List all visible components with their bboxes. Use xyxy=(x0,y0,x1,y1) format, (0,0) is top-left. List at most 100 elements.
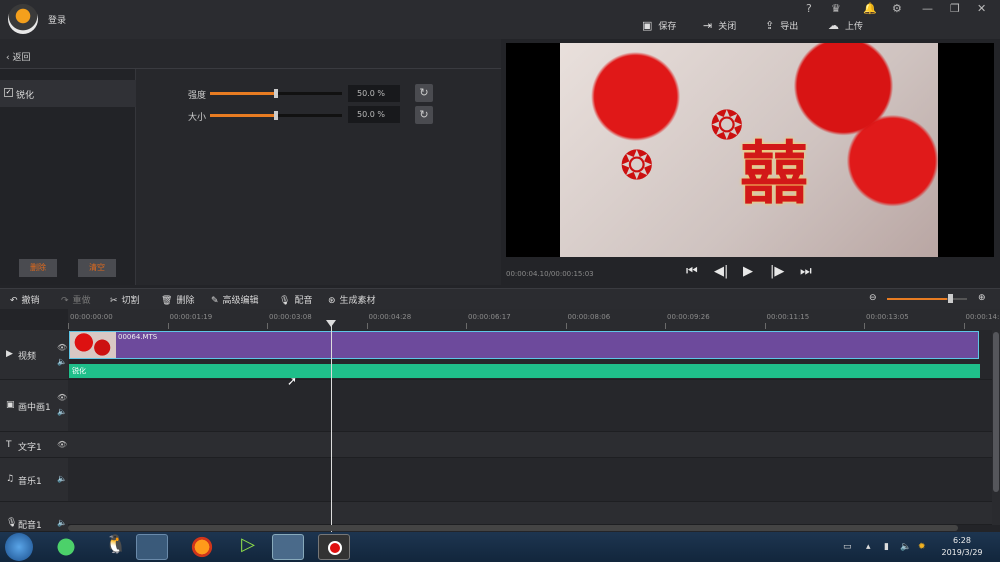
microphone-icon: 🎙 xyxy=(6,518,18,528)
ruler-tick xyxy=(167,323,169,329)
trash-icon: 🗑 xyxy=(161,296,173,306)
firefox-icon[interactable] xyxy=(186,534,218,560)
video-clip[interactable] xyxy=(69,331,979,359)
undo-button[interactable]: ↶ 撤销 xyxy=(10,293,40,306)
effect-item-sharpen[interactable]: ✓ 锐化 xyxy=(0,80,136,107)
start-button[interactable] xyxy=(5,533,33,561)
lane-music[interactable] xyxy=(68,458,992,502)
skip-start-icon[interactable]: ⏮ xyxy=(686,264,698,279)
play-icon[interactable]: ▶ xyxy=(743,264,753,279)
eye-icon[interactable]: 👁 xyxy=(57,343,67,352)
volume-icon[interactable]: 🔈 xyxy=(57,474,67,483)
eye-icon[interactable]: 👁 xyxy=(57,393,67,402)
zoom-fill xyxy=(887,298,947,300)
qq-icon[interactable]: 🐧 xyxy=(100,534,132,560)
volume-icon[interactable]: 🔈 xyxy=(57,518,67,527)
close-project-button[interactable]: ⇥ 关闭 xyxy=(703,19,736,32)
shop-icon[interactable]: ♛ xyxy=(831,2,841,15)
generate-button[interactable]: ⊛ 生成素材 xyxy=(328,293,376,306)
bell-icon[interactable]: 🔔 xyxy=(863,2,877,15)
size-label: 大小 xyxy=(188,113,207,123)
tray-expand-icon[interactable]: ▴ xyxy=(866,542,871,552)
playhead-handle[interactable] xyxy=(326,320,336,327)
close-icon[interactable]: ✕ xyxy=(977,2,986,15)
mouse-cursor: ➚ xyxy=(287,374,298,388)
ruler-tick xyxy=(366,323,368,329)
scrollbar-thumb[interactable] xyxy=(993,332,999,492)
ruler-tick xyxy=(665,323,666,329)
reset-icon[interactable]: ↻ xyxy=(415,84,433,102)
music-icon: ♫ xyxy=(6,474,15,484)
strength-value[interactable]: 50.0 % xyxy=(348,85,400,102)
skip-end-icon[interactable]: ⏭ xyxy=(800,264,812,279)
video-editor-taskbar-icon[interactable] xyxy=(272,534,304,560)
track-header-music: ♫ 音乐1 🔈 xyxy=(0,458,68,502)
battery-icon[interactable]: ▮ xyxy=(884,542,889,552)
double-happiness-decoration: 囍 xyxy=(740,134,809,214)
scissors-icon: ✂ xyxy=(110,296,118,306)
ruler-tick-label: 00:00:09:26 xyxy=(667,313,710,321)
system-clock[interactable]: 6:28 2019/3/29 xyxy=(940,535,984,559)
app-360-icon[interactable] xyxy=(50,534,82,560)
ruler-tick-label: 00:00:14: xyxy=(965,313,1000,321)
file-explorer-icon[interactable] xyxy=(136,534,168,560)
advanced-edit-button[interactable]: ✎ 高级编辑 xyxy=(211,293,259,306)
app-logo xyxy=(8,4,38,34)
recorder-icon[interactable] xyxy=(318,534,350,560)
zoom-handle[interactable] xyxy=(948,294,953,303)
export-icon: ⇪ xyxy=(765,19,775,32)
media-player-icon[interactable]: ▷ xyxy=(232,534,264,560)
undo-icon: ↶ xyxy=(10,296,18,306)
slider-fill xyxy=(210,92,276,95)
decoration: ❂ xyxy=(620,143,654,189)
lane-text[interactable] xyxy=(68,432,992,458)
slider-handle[interactable] xyxy=(274,111,278,120)
size-value[interactable]: 50.0 % xyxy=(348,106,400,123)
delete-button[interactable]: 🗑 删除 xyxy=(161,293,194,306)
timeline-toolbar xyxy=(0,288,1000,309)
lane-voice[interactable] xyxy=(68,502,992,525)
minimize-icon[interactable]: — xyxy=(922,2,933,15)
upload-button[interactable]: ☁ 上传 xyxy=(828,19,863,32)
volume-icon[interactable]: 🔈 xyxy=(57,407,67,416)
lane-pip[interactable] xyxy=(68,380,992,432)
keyboard-icon[interactable]: ▭ xyxy=(843,542,852,552)
login-link[interactable]: 登录 xyxy=(48,13,66,26)
prev-frame-icon[interactable]: ◀| xyxy=(714,264,728,279)
gear-icon[interactable]: ⚙ xyxy=(892,2,902,15)
slider-handle[interactable] xyxy=(274,89,278,98)
ruler-tick xyxy=(764,323,766,329)
eye-icon[interactable]: 👁 xyxy=(57,440,67,449)
film-reel-icon: ⊛ xyxy=(328,296,336,306)
cut-button[interactable]: ✂ 切割 xyxy=(110,293,140,306)
redo-button[interactable]: ↷ 重做 xyxy=(61,293,91,306)
horizontal-scrollbar[interactable] xyxy=(68,525,958,531)
clear-effect-button[interactable]: 清空 xyxy=(78,259,116,277)
strength-slider[interactable] xyxy=(210,89,342,98)
ruler-tick xyxy=(466,323,467,329)
volume-icon[interactable]: 🔈 xyxy=(57,357,67,366)
zoom-in-icon[interactable]: ⊕ xyxy=(978,293,986,303)
ruler-tick-label: 00:00:13:05 xyxy=(866,313,909,321)
ruler-tick-label: 00:00:01:19 xyxy=(169,313,213,321)
playhead[interactable] xyxy=(331,322,332,532)
save-button[interactable]: ▣ 保存 xyxy=(642,19,676,32)
effect-clip[interactable]: 锐化 xyxy=(69,364,980,378)
restore-icon[interactable]: ❐ xyxy=(950,2,960,15)
reset-icon[interactable]: ↻ xyxy=(415,106,433,124)
back-button[interactable]: ‹ 返回 xyxy=(6,50,30,63)
next-frame-icon[interactable]: |▶ xyxy=(770,264,784,279)
zoom-out-icon[interactable]: ⊖ xyxy=(869,293,877,303)
network-icon[interactable]: ✹ xyxy=(918,542,926,552)
help-icon[interactable]: ? xyxy=(806,2,812,15)
dub-button[interactable]: 🎙 配音 xyxy=(279,293,312,306)
size-slider[interactable] xyxy=(210,111,342,120)
ruler-tick xyxy=(864,323,865,329)
volume-icon[interactable]: 🔈 xyxy=(900,542,911,552)
export-button[interactable]: ⇪ 导出 xyxy=(765,19,798,32)
save-icon: ▣ xyxy=(642,19,653,32)
checkbox[interactable]: ✓ xyxy=(4,88,13,97)
clip-thumbnail xyxy=(70,332,116,358)
delete-effect-button[interactable]: 删除 xyxy=(19,259,57,277)
track-header-text: T 文字1 👁 xyxy=(0,432,68,458)
